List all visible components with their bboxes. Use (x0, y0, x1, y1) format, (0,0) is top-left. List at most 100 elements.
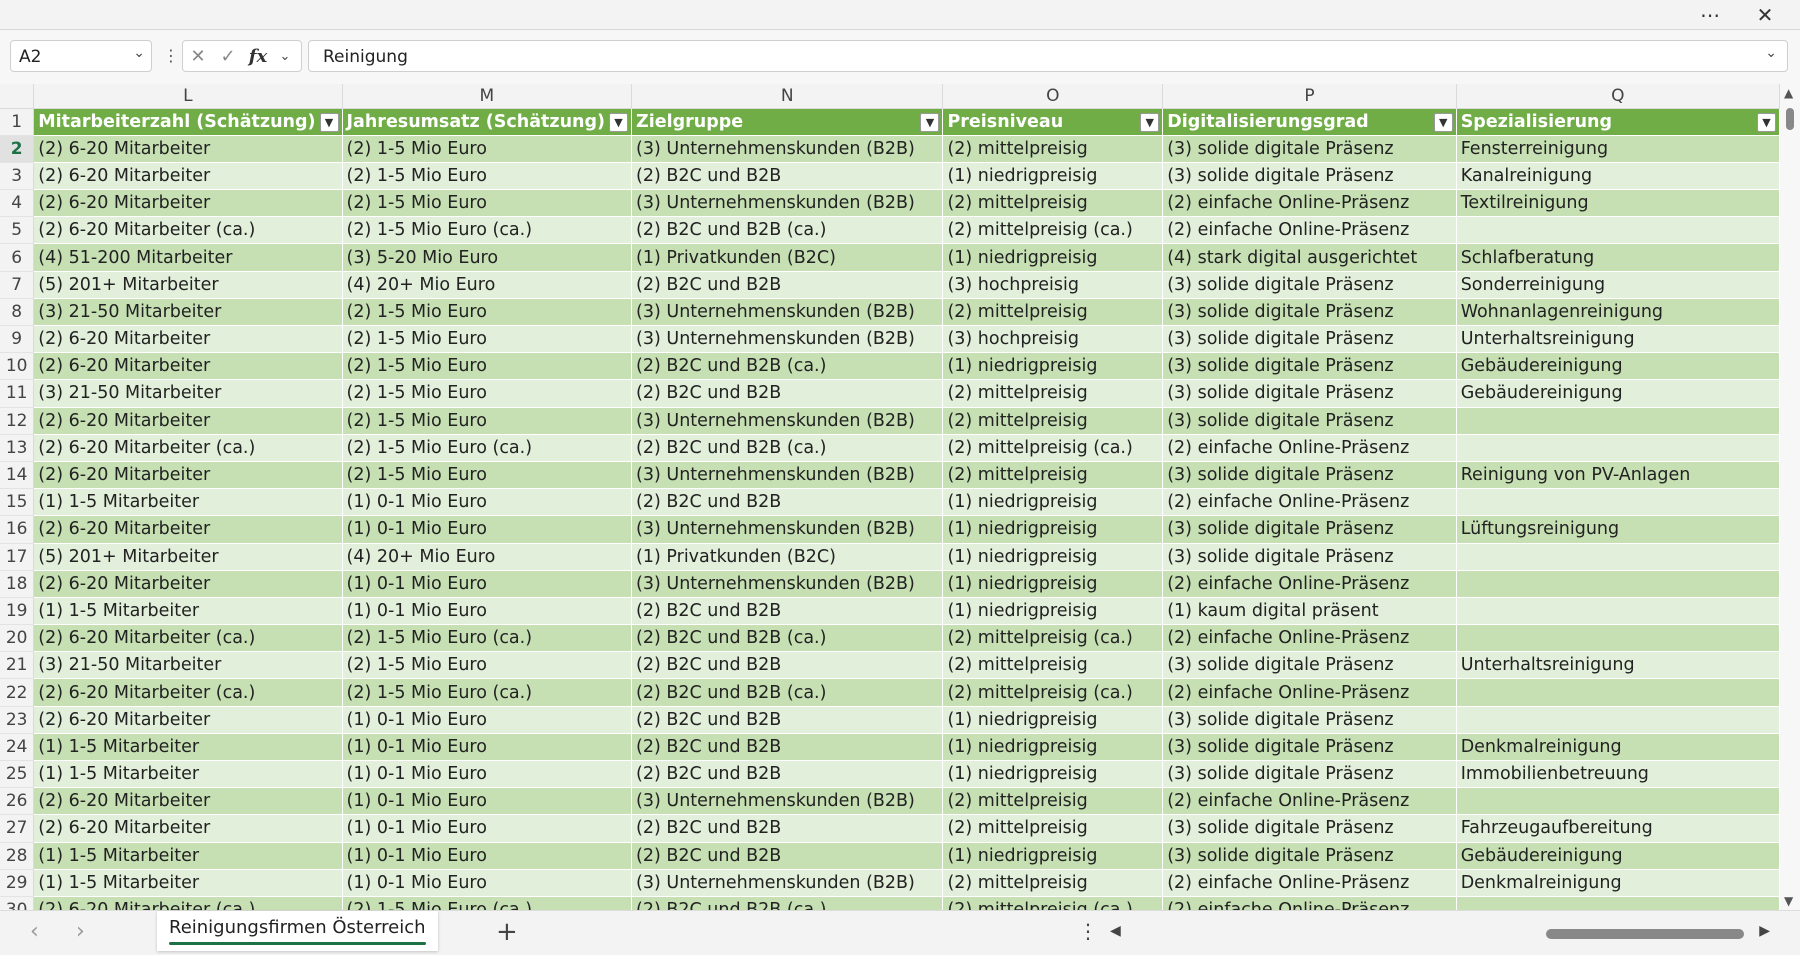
column-header[interactable]: M (342, 84, 633, 109)
table-cell[interactable]: (2) einfache Online-Präsenz (1162, 896, 1457, 910)
table-cell[interactable]: (2) 6-20 Mitarbeiter (33, 787, 343, 816)
table-cell[interactable]: (2) einfache Online-Präsenz (1162, 434, 1457, 462)
table-cell[interactable]: Lüftungsreinigung (1456, 515, 1780, 544)
table-cell[interactable]: (3) solide digitale Präsenz (1162, 352, 1457, 381)
table-cell[interactable]: (2) 1-5 Mio Euro (342, 352, 633, 381)
table-cell[interactable]: (1) 0-1 Mio Euro (342, 760, 633, 789)
row-header[interactable]: 22 (0, 678, 35, 707)
chevron-down-icon[interactable]: ⌄ (273, 49, 297, 64)
table-cell[interactable]: (2) 6-20 Mitarbeiter (ca.) (33, 216, 343, 245)
table-cell[interactable]: (2) 6-20 Mitarbeiter (33, 325, 343, 354)
table-cell[interactable]: (2) 6-20 Mitarbeiter (33, 814, 343, 843)
table-cell[interactable]: (2) einfache Online-Präsenz (1162, 189, 1457, 218)
table-cell[interactable]: (3) solide digitale Präsenz (1162, 733, 1457, 762)
table-cell[interactable]: Kanalreinigung (1456, 162, 1780, 191)
table-cell[interactable]: (2) 1-5 Mio Euro (ca.) (342, 678, 633, 707)
row-header[interactable]: 2 (0, 135, 35, 163)
table-cell[interactable]: (2) 1-5 Mio Euro (342, 407, 633, 435)
sheet-tab-active[interactable]: Reinigungsfirmen Österreich (157, 911, 438, 951)
table-cell[interactable]: Fensterreinigung (1456, 135, 1780, 163)
formula-input[interactable]: Reinigung ⌄ (308, 40, 1788, 72)
row-header[interactable]: 30 (0, 896, 35, 910)
header-cell[interactable]: Digitalisierungsgrad ▼ (1162, 108, 1457, 136)
table-cell[interactable] (1456, 624, 1780, 653)
table-cell[interactable]: Gebäudereinigung (1456, 842, 1780, 870)
cancel-icon[interactable]: ✕ (183, 46, 213, 67)
table-cell[interactable]: (3) solide digitale Präsenz (1162, 407, 1457, 435)
scroll-right-icon[interactable]: ▶ (1759, 923, 1770, 939)
table-cell[interactable]: (2) B2C und B2B (631, 597, 944, 626)
table-cell[interactable]: (4) 20+ Mio Euro (342, 271, 633, 299)
table-cell[interactable]: (3) Unternehmenskunden (B2B) (631, 407, 944, 435)
enter-icon[interactable]: ✓ (213, 46, 243, 67)
vertical-dots-icon[interactable]: ⋮ (1078, 919, 1098, 943)
table-cell[interactable]: (3) Unternehmenskunden (B2B) (631, 135, 944, 163)
table-cell[interactable] (1456, 597, 1780, 626)
table-cell[interactable]: (2) 6-20 Mitarbeiter (ca.) (33, 434, 343, 462)
name-box[interactable]: A2 ⌄ (10, 40, 152, 72)
row-header[interactable]: 12 (0, 407, 35, 435)
table-cell[interactable]: (1) niedrigpreisig (942, 488, 1164, 517)
scroll-thumb[interactable] (1786, 108, 1794, 130)
table-cell[interactable]: (2) 6-20 Mitarbeiter (33, 162, 343, 191)
row-header[interactable]: 8 (0, 298, 35, 327)
table-cell[interactable]: (2) 1-5 Mio Euro (ca.) (342, 896, 633, 910)
table-cell[interactable]: Denkmalreinigung (1456, 733, 1780, 762)
insert-function-icon[interactable]: fx (243, 46, 273, 67)
table-cell[interactable]: (2) B2C und B2B (631, 814, 944, 843)
table-cell[interactable]: (2) einfache Online-Präsenz (1162, 787, 1457, 816)
row-header[interactable]: 18 (0, 570, 35, 598)
table-cell[interactable]: (1) kaum digital präsent (1162, 597, 1457, 626)
column-header[interactable]: P (1162, 84, 1457, 109)
table-cell[interactable]: (3) solide digitale Präsenz (1162, 379, 1457, 408)
row-header[interactable]: 16 (0, 515, 35, 544)
row-header[interactable]: 25 (0, 760, 35, 789)
table-cell[interactable]: (1) 1-5 Mitarbeiter (33, 597, 343, 626)
table-cell[interactable]: (3) hochpreisig (942, 271, 1164, 299)
filter-dropdown-icon[interactable]: ▼ (1433, 112, 1453, 132)
table-cell[interactable] (1456, 488, 1780, 517)
column-header[interactable]: L (33, 84, 343, 109)
table-cell[interactable]: (2) 1-5 Mio Euro (342, 162, 633, 191)
table-cell[interactable]: (1) 0-1 Mio Euro (342, 733, 633, 762)
header-cell[interactable]: Mitarbeiterzahl (Schätzung) ▼ (33, 108, 343, 136)
table-cell[interactable]: (5) 201+ Mitarbeiter (33, 543, 343, 571)
table-cell[interactable]: (2) einfache Online-Präsenz (1162, 678, 1457, 707)
row-header[interactable]: 21 (0, 651, 35, 680)
row-header[interactable]: 23 (0, 706, 35, 734)
table-cell[interactable] (1456, 896, 1780, 910)
table-cell[interactable]: (1) niedrigpreisig (942, 243, 1164, 272)
table-cell[interactable]: (2) B2C und B2B (631, 488, 944, 517)
table-cell[interactable]: (2) mittelpreisig (942, 379, 1164, 408)
row-header[interactable]: 15 (0, 488, 35, 517)
table-cell[interactable]: (3) Unternehmenskunden (B2B) (631, 787, 944, 816)
table-cell[interactable]: (2) 1-5 Mio Euro (342, 651, 633, 680)
table-cell[interactable]: Unterhaltsreinigung (1456, 325, 1780, 354)
table-cell[interactable]: (2) mittelpreisig (942, 651, 1164, 680)
table-cell[interactable]: (1) 0-1 Mio Euro (342, 814, 633, 843)
table-cell[interactable]: (2) B2C und B2B (631, 733, 944, 762)
table-cell[interactable]: (3) solide digitale Präsenz (1162, 706, 1457, 734)
row-header[interactable]: 4 (0, 189, 35, 218)
scroll-up-icon[interactable]: ▲ (1784, 86, 1793, 100)
table-cell[interactable]: (2) mittelpreisig (942, 298, 1164, 327)
row-header[interactable]: 10 (0, 352, 35, 381)
table-cell[interactable]: (1) Privatkunden (B2C) (631, 243, 944, 272)
header-cell[interactable]: Jahresumsatz (Schätzung) ▼ (342, 108, 633, 136)
add-sheet-icon[interactable]: + (496, 917, 518, 947)
header-cell[interactable]: Zielgruppe ▼ (631, 108, 944, 136)
table-cell[interactable]: (2) 1-5 Mio Euro (342, 298, 633, 327)
table-cell[interactable]: (1) niedrigpreisig (942, 543, 1164, 571)
scroll-thumb[interactable] (1546, 929, 1744, 939)
table-cell[interactable]: (3) solide digitale Präsenz (1162, 271, 1457, 299)
table-cell[interactable]: (2) mittelpreisig (942, 787, 1164, 816)
column-header[interactable]: N (631, 84, 944, 109)
horizontal-scrollbar[interactable]: ◀ ▶ (1110, 923, 1770, 943)
filter-dropdown-icon[interactable]: ▼ (1757, 112, 1776, 132)
row-header[interactable]: 5 (0, 216, 35, 245)
header-cell[interactable]: Preisniveau ▼ (942, 108, 1164, 136)
previous-sheet-icon[interactable]: ‹ (30, 919, 39, 944)
table-cell[interactable]: (2) B2C und B2B (631, 651, 944, 680)
table-cell[interactable]: (2) einfache Online-Präsenz (1162, 869, 1457, 897)
table-cell[interactable]: (1) niedrigpreisig (942, 760, 1164, 789)
